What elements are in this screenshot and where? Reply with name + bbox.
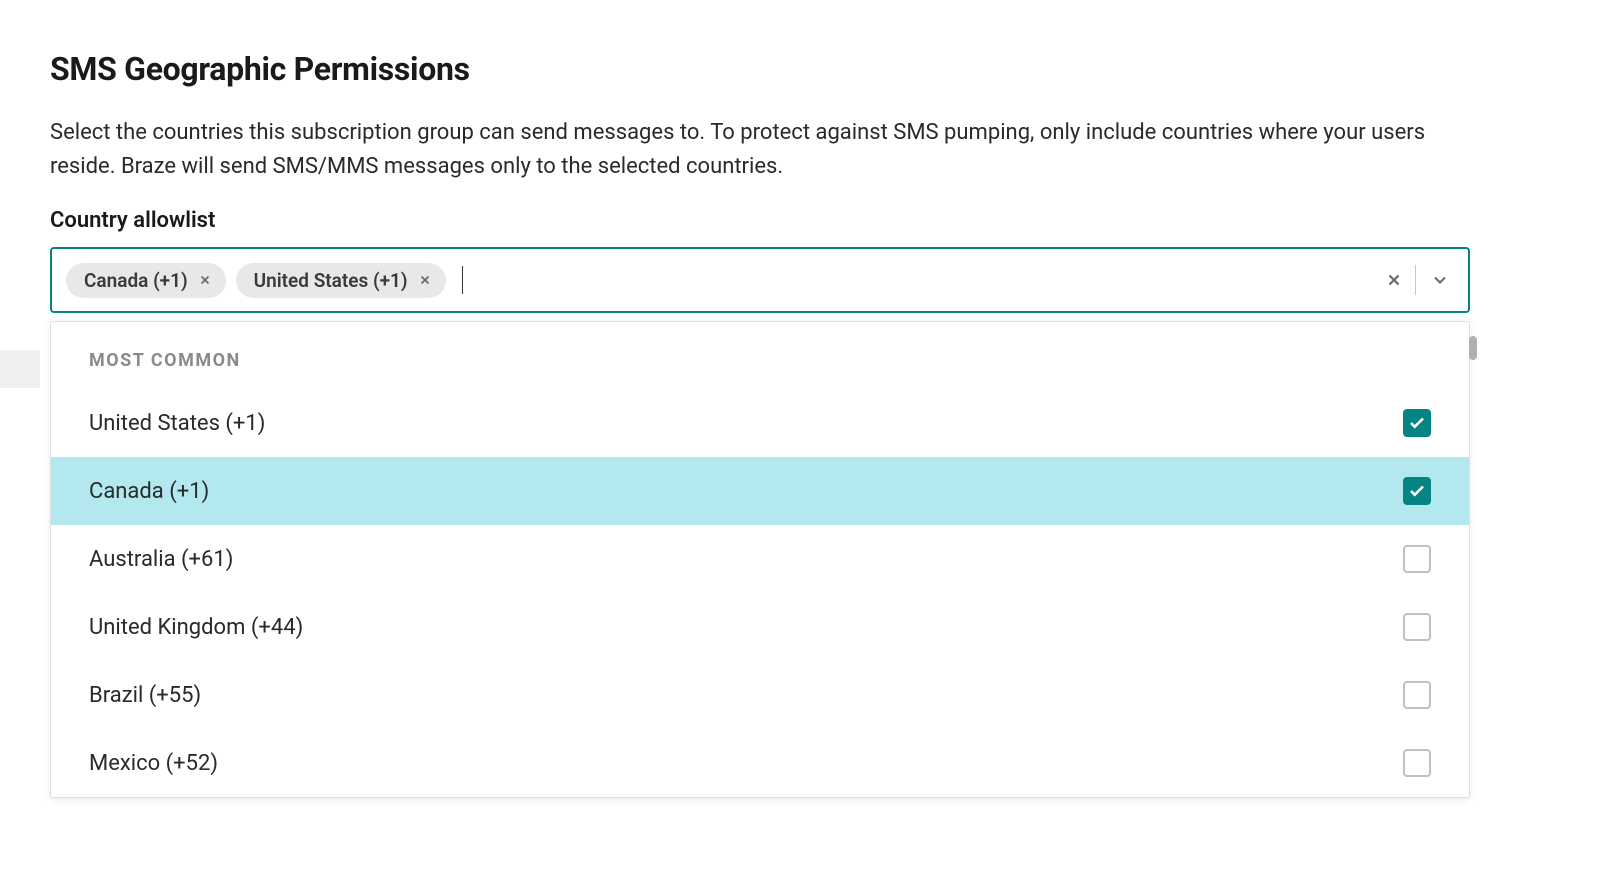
option-label: Canada (+1) (89, 479, 209, 504)
scrollbar-thumb[interactable] (1469, 336, 1477, 360)
chip-label: Canada (+1) (84, 269, 188, 292)
close-icon (198, 273, 212, 287)
country-option[interactable]: United Kingdom (+44) (51, 593, 1469, 661)
option-label: Brazil (+55) (89, 683, 201, 708)
dropdown-panel: MOST COMMON United States (+1) Canada (+1… (50, 321, 1470, 798)
option-checkbox[interactable] (1403, 409, 1431, 437)
country-option[interactable]: Mexico (+52) (51, 729, 1469, 797)
option-checkbox[interactable] (1403, 545, 1431, 573)
chip-remove-button[interactable] (198, 273, 212, 287)
clear-all-button[interactable] (1373, 271, 1415, 289)
select-controls (1373, 257, 1464, 303)
option-checkbox[interactable] (1403, 749, 1431, 777)
country-option[interactable]: Brazil (+55) (51, 661, 1469, 729)
selected-chip: Canada (+1) (66, 263, 226, 298)
multiselect-input[interactable]: Canada (+1) United States (+1) (50, 247, 1470, 313)
country-option[interactable]: Canada (+1) (51, 457, 1469, 525)
permissions-panel: SMS Geographic Permissions Select the co… (0, 0, 1600, 313)
chevron-down-icon (1430, 270, 1450, 290)
option-label: Mexico (+52) (89, 751, 218, 776)
selected-chip: United States (+1) (236, 263, 446, 298)
country-option[interactable]: Australia (+61) (51, 525, 1469, 593)
option-label: United States (+1) (89, 411, 265, 436)
field-label: Country allowlist (50, 208, 1600, 233)
chip-remove-button[interactable] (418, 273, 432, 287)
close-icon (1385, 271, 1403, 289)
selected-chips-area: Canada (+1) United States (+1) (66, 263, 1373, 298)
check-icon (1408, 414, 1426, 432)
option-label: United Kingdom (+44) (89, 615, 303, 640)
page-title: SMS Geographic Permissions (50, 50, 1600, 88)
country-allowlist-select: Canada (+1) United States (+1) (50, 247, 1470, 313)
options-list: United States (+1) Canada (+1) Australia (… (51, 389, 1469, 797)
text-cursor (462, 266, 463, 294)
chip-label: United States (+1) (254, 269, 408, 292)
option-label: Australia (+61) (89, 547, 233, 572)
option-checkbox[interactable] (1403, 681, 1431, 709)
country-option[interactable]: United States (+1) (51, 389, 1469, 457)
dropdown-toggle-button[interactable] (1416, 270, 1464, 290)
section-header: MOST COMMON (51, 322, 1469, 389)
check-icon (1408, 482, 1426, 500)
option-checkbox[interactable] (1403, 613, 1431, 641)
close-icon (418, 273, 432, 287)
option-checkbox[interactable] (1403, 477, 1431, 505)
background-strip (0, 350, 40, 388)
description-text: Select the countries this subscription g… (50, 116, 1480, 184)
